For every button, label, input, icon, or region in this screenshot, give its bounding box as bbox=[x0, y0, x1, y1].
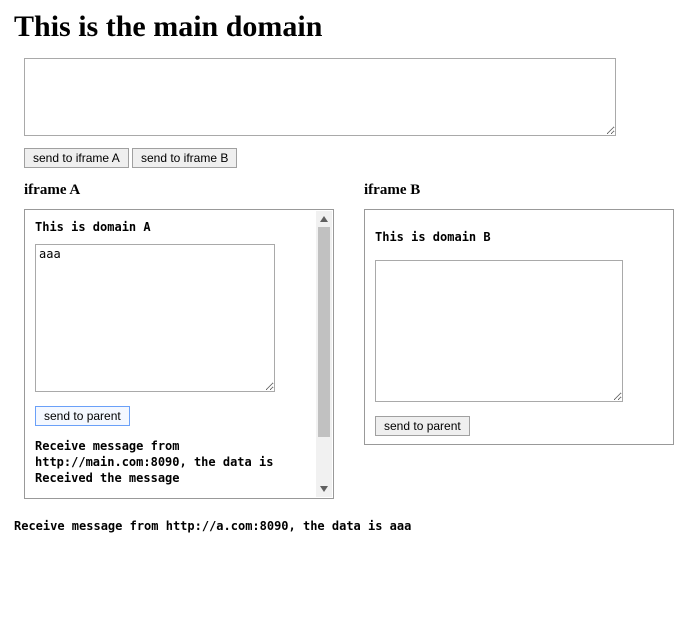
main-textarea[interactable] bbox=[24, 58, 616, 136]
iframe-a-textarea[interactable] bbox=[35, 244, 275, 392]
iframe-b-heading: iframe B bbox=[364, 182, 674, 199]
scrollbar-thumb[interactable] bbox=[318, 227, 330, 437]
iframe-b-column: iframe B This is domain B send to parent bbox=[364, 176, 674, 499]
scroll-down-icon[interactable] bbox=[316, 481, 332, 497]
iframe-a-heading: iframe A bbox=[24, 182, 334, 199]
page-title: This is the main domain bbox=[14, 10, 678, 44]
iframe-b-textarea[interactable] bbox=[375, 260, 623, 402]
main-receive-text: Receive message from http://a.com:8090, … bbox=[14, 519, 678, 533]
iframe-a-scrollbar[interactable] bbox=[316, 211, 332, 497]
iframe-a-frame: This is domain A send to parent Receive … bbox=[24, 209, 334, 499]
iframe-a-domain-title: This is domain A bbox=[35, 220, 309, 234]
scrollbar-track[interactable] bbox=[316, 227, 332, 481]
iframe-b-send-to-parent-button[interactable]: send to parent bbox=[375, 416, 470, 436]
iframe-a-send-to-parent-button[interactable]: send to parent bbox=[35, 406, 130, 426]
main-button-row: send to iframe A send to iframe B bbox=[24, 148, 678, 168]
iframe-b-frame: This is domain B send to parent bbox=[364, 209, 674, 445]
send-to-iframe-a-button[interactable]: send to iframe A bbox=[24, 148, 129, 168]
iframe-a-receive-text: Receive message from http://main.com:809… bbox=[35, 438, 309, 487]
iframe-a-column: iframe A This is domain A send to parent… bbox=[24, 176, 334, 499]
iframe-b-domain-title: This is domain B bbox=[375, 230, 659, 244]
scroll-up-icon[interactable] bbox=[316, 211, 332, 227]
send-to-iframe-b-button[interactable]: send to iframe B bbox=[132, 148, 237, 168]
